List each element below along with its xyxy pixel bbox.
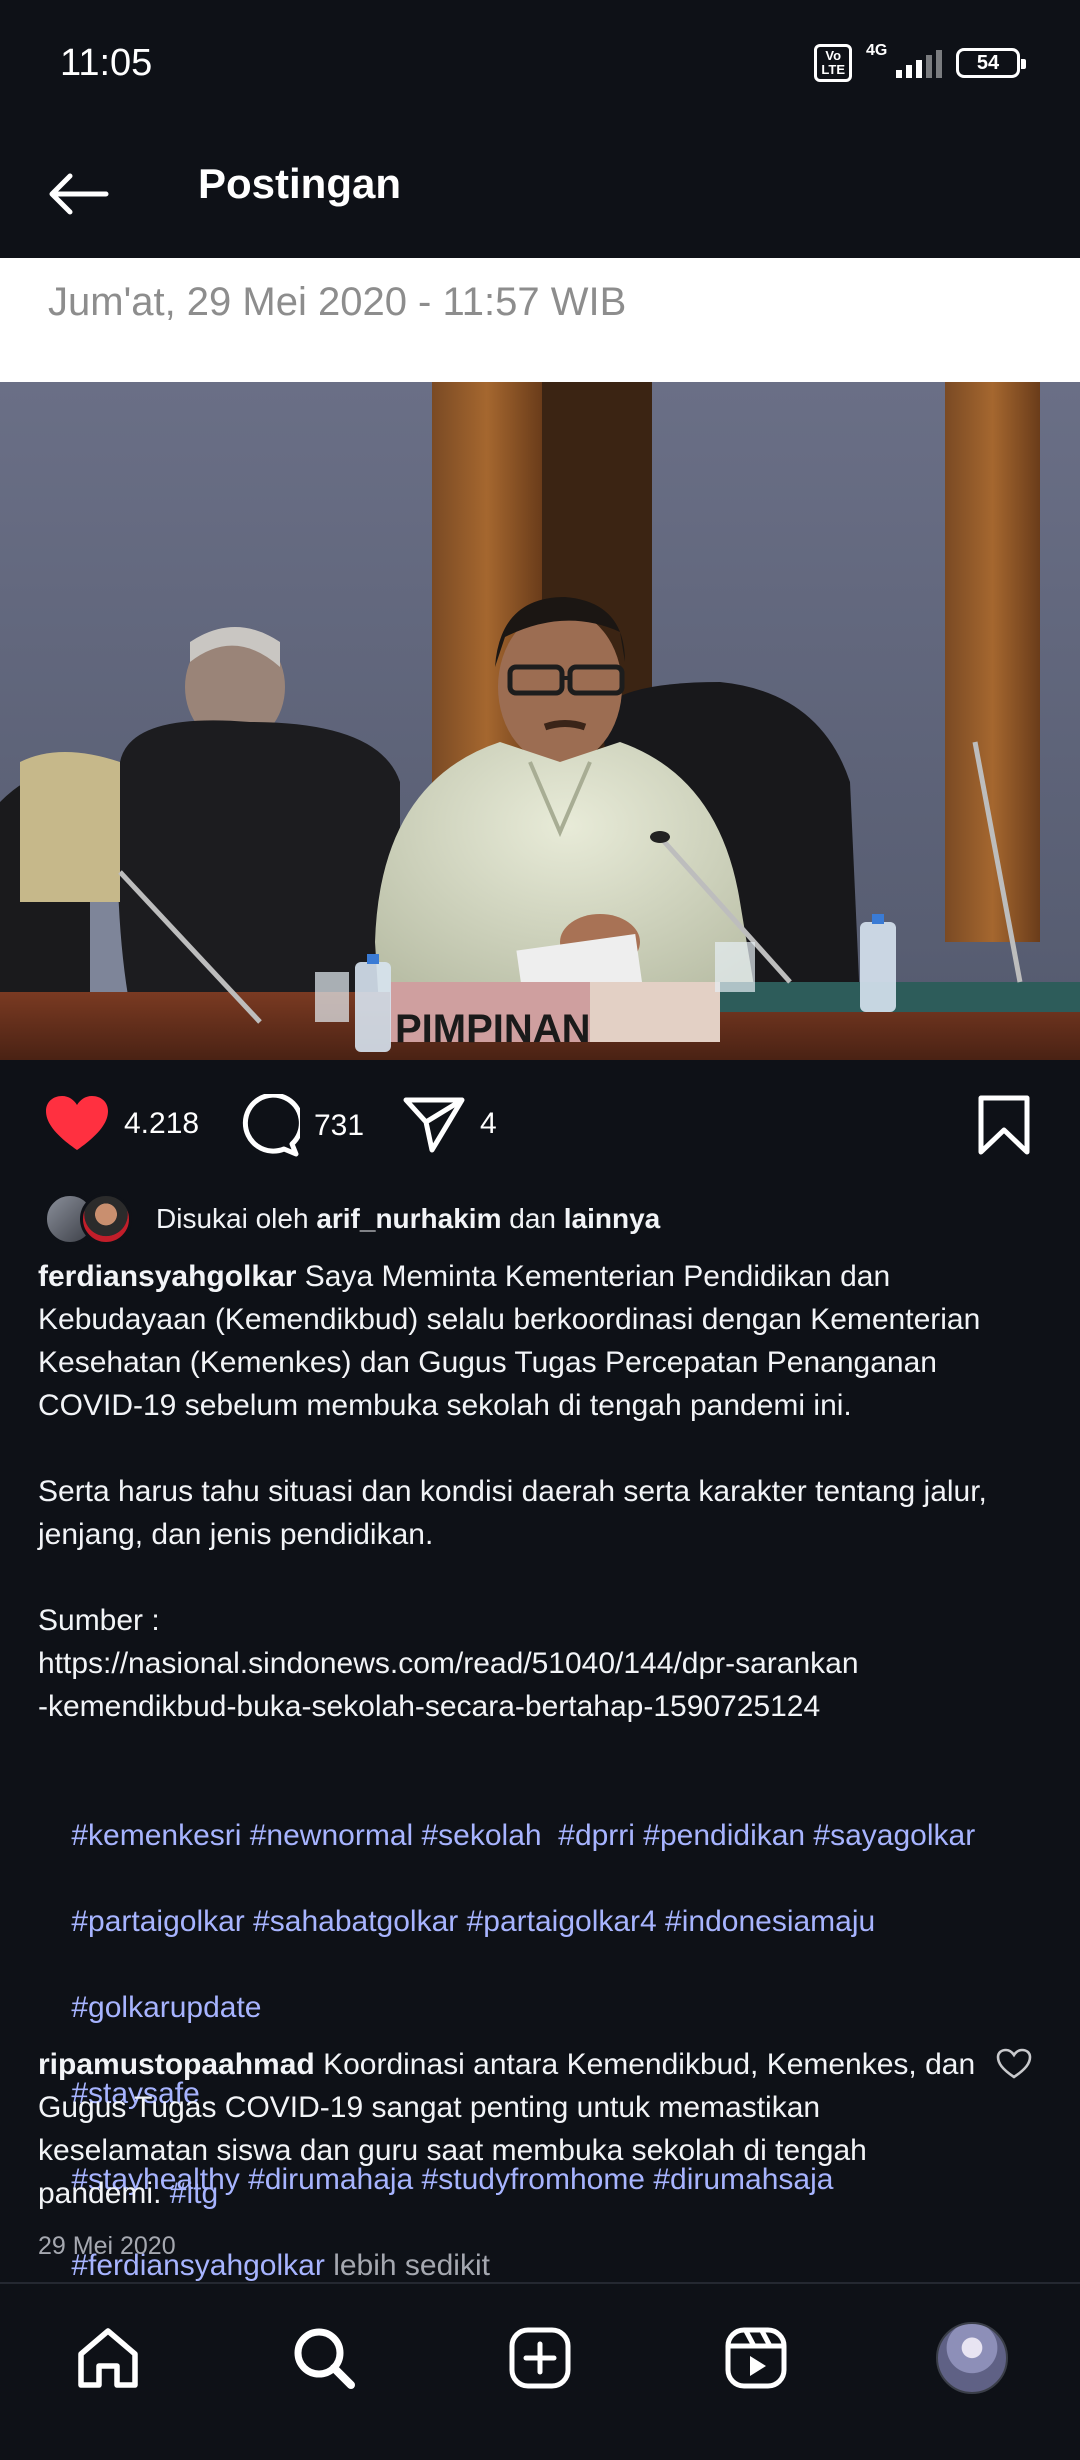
network-type: 4G <box>866 42 888 59</box>
nav-home[interactable] <box>70 2320 146 2396</box>
avatar <box>80 1193 132 1245</box>
comment-hashtag[interactable]: #itg <box>170 2177 218 2210</box>
status-bar: 11:05 Vo LTE 4G 54 <box>0 0 1080 130</box>
heart-filled-icon <box>46 1096 108 1150</box>
liked-by-text: Disukai oleh arif_nurhakim dan lainnya <box>156 1203 661 1234</box>
volte-icon: Vo LTE <box>814 44 852 82</box>
caption-source: Sumber : https://nasional.sindonews.com/… <box>38 1604 859 1723</box>
post-timestamp: 29 Mei 2020 <box>38 2232 176 2260</box>
liker-username[interactable]: arif_nurhakim <box>316 1203 501 1234</box>
like-count: 4.218 <box>124 1107 200 1140</box>
comment-item: ripamustopaahmad Koordinasi antara Kemen… <box>38 2043 978 2215</box>
like-button[interactable]: 4.218 <box>44 1094 199 1154</box>
save-button[interactable] <box>976 1094 1032 1156</box>
nav-create[interactable] <box>502 2320 578 2396</box>
battery-icon: 54 <box>956 48 1026 78</box>
comment-button[interactable]: 731 <box>236 1094 364 1158</box>
nameplate-text: PIMPINAN <box>395 1007 591 1051</box>
search-icon <box>294 2328 355 2389</box>
home-icon <box>78 2328 138 2388</box>
caption-paragraph: Serta harus tahu situasi dan kondisi dae… <box>38 1475 987 1551</box>
post-date-line: Jum'at, 29 Mei 2020 - 11:57 WIB <box>48 280 627 324</box>
liker-avatars <box>44 1193 136 1245</box>
caption-paragraph: ferdiansyahgolkar Saya Meminta Kementeri… <box>38 1260 981 1422</box>
nav-profile[interactable] <box>934 2320 1010 2396</box>
hashtag-line[interactable]: #partaigolkar #sahabatgolkar #partaigolk… <box>71 1905 875 1938</box>
send-icon <box>403 1097 465 1153</box>
meeting-photo: PIMPINAN <box>0 382 1080 1060</box>
source-url[interactable]: https://nasional.sindonews.com/read/5104… <box>38 1647 859 1680</box>
reels-icon <box>725 2327 787 2389</box>
status-icons: Vo LTE 4G 54 <box>814 42 1026 82</box>
battery-level: 54 <box>976 51 1000 74</box>
source-url-cont[interactable]: -kemendikbud-buka-sekolah-secara-bertaha… <box>38 1690 820 1723</box>
hashtag-line[interactable]: #kemenkesri #newnormal #sekolah #dprri #… <box>71 1819 975 1852</box>
arrow-left-icon <box>49 173 109 215</box>
nav-reels[interactable] <box>718 2320 794 2396</box>
comment-count: 731 <box>314 1109 365 1142</box>
hashtag-line[interactable]: #golkarupdate <box>71 1991 261 2024</box>
share-button[interactable]: 4 <box>402 1094 497 1154</box>
back-button[interactable] <box>40 156 116 232</box>
post-photo[interactable]: PIMPINAN <box>0 382 1080 1060</box>
caption-username[interactable]: ferdiansyahgolkar <box>38 1260 296 1293</box>
bookmark-icon <box>978 1095 1030 1155</box>
signal-icon: 4G <box>866 42 942 78</box>
heart-outline-icon <box>996 2048 1032 2079</box>
comment-icon <box>242 1094 300 1157</box>
liked-by-row[interactable]: Disukai oleh arif_nurhakim dan lainnya <box>44 1190 660 1248</box>
page-title: Postingan <box>198 160 402 207</box>
post-actions: 4.218 731 4 <box>0 1060 1080 1190</box>
bottom-nav <box>0 2282 1080 2460</box>
app-header: Postingan <box>0 130 1080 258</box>
post-date-banner: Jum'at, 29 Mei 2020 - 11:57 WIB <box>0 258 1080 382</box>
create-post-icon <box>509 2327 571 2389</box>
nav-search[interactable] <box>286 2320 362 2396</box>
share-count: 4 <box>480 1107 497 1140</box>
comment-like-button[interactable] <box>996 2048 1036 2088</box>
comment-username[interactable]: ripamustopaahmad <box>38 2048 315 2081</box>
status-time: 11:05 <box>60 42 153 84</box>
show-less-link[interactable]: lebih sedikit <box>333 2249 490 2282</box>
profile-avatar <box>936 2322 1008 2394</box>
